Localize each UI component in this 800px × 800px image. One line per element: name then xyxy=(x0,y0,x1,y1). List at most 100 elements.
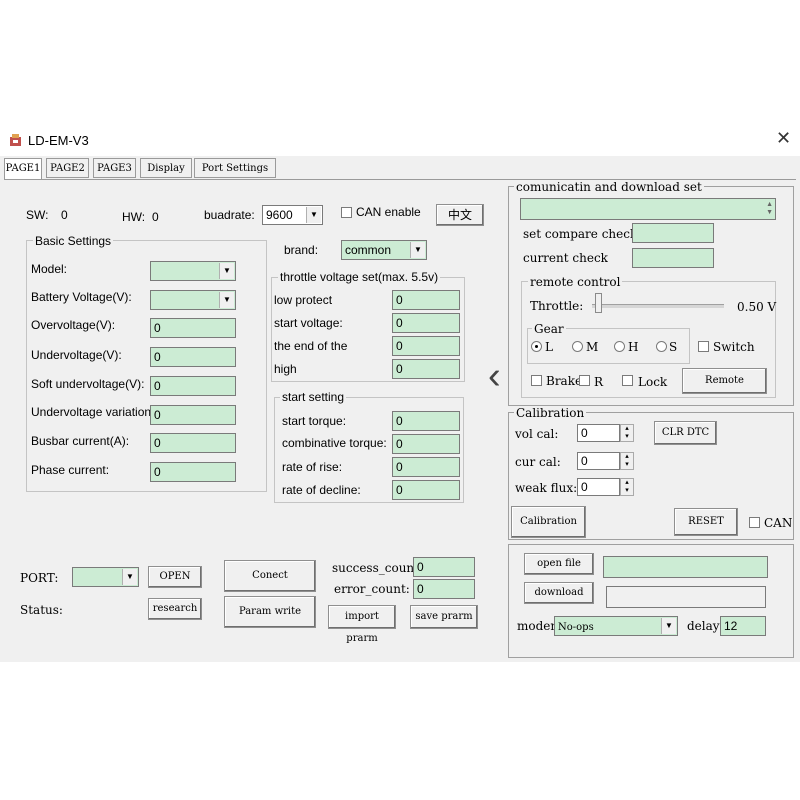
undervoltage-variation-input[interactable]: 0 xyxy=(150,405,236,425)
clr-dtc-button[interactable]: CLR DTC xyxy=(654,421,717,445)
open-button[interactable]: OPEN xyxy=(148,566,202,588)
battery-voltage-label: Battery Voltage(V): xyxy=(31,290,132,304)
param-write-button[interactable]: Param write xyxy=(224,596,316,628)
r-label: R xyxy=(594,375,604,389)
file-path-input[interactable] xyxy=(603,556,768,578)
tab-page2[interactable]: PAGE2 xyxy=(46,158,89,178)
research-button[interactable]: research xyxy=(148,598,202,620)
brand-select[interactable]: common ▼ xyxy=(341,240,427,260)
chevron-down-icon[interactable]: ▼ xyxy=(306,207,321,223)
remote-button[interactable]: Remote xyxy=(682,368,767,394)
brake-checkbox[interactable] xyxy=(531,375,542,386)
gear-h-radio[interactable] xyxy=(614,341,625,352)
cur-cal-spinner[interactable]: ▴ ▾ xyxy=(620,452,634,470)
download-progress xyxy=(606,586,766,608)
switch-checkbox[interactable] xyxy=(698,341,709,352)
moden-select[interactable]: No-ops ▼ xyxy=(554,616,678,636)
undervoltage-variation-label: Undervoltage variation: xyxy=(31,405,155,419)
phase-current-input[interactable]: 0 xyxy=(150,462,236,482)
switch-label: Switch xyxy=(713,340,755,354)
throttle-slider-track[interactable] xyxy=(592,304,724,308)
port-select[interactable]: ▼ xyxy=(72,567,139,587)
gear-m-radio[interactable] xyxy=(572,341,583,352)
chevron-down-icon[interactable]: ▼ xyxy=(410,242,425,258)
can-enable-checkbox[interactable] xyxy=(341,207,352,218)
start-torque-input[interactable]: 0 xyxy=(392,411,460,431)
gear-s-label: S xyxy=(669,340,678,354)
connect-button[interactable]: Conect xyxy=(224,560,316,592)
error-count-label: error_count: xyxy=(334,582,410,596)
tab-page3[interactable]: PAGE3 xyxy=(93,158,136,178)
comm-text-field[interactable]: ▲ ▼ xyxy=(520,198,776,220)
battery-voltage-select[interactable]: ▼ xyxy=(150,290,236,310)
gear-l-radio[interactable] xyxy=(531,341,542,352)
rate-of-decline-input[interactable]: 0 xyxy=(392,480,460,500)
tab-page1[interactable]: PAGE1 xyxy=(4,158,42,180)
gear-s-radio[interactable] xyxy=(656,341,667,352)
baudrate-label: buadrate: xyxy=(204,208,255,222)
delay-label: delay: xyxy=(687,619,724,633)
scroll-arrows-icon[interactable]: ▲ ▼ xyxy=(766,201,773,217)
close-icon[interactable]: ✕ xyxy=(776,128,791,149)
calibration-title: Calibration xyxy=(514,406,587,420)
current-check-label: current check xyxy=(523,251,608,265)
chevron-down-icon[interactable]: ▼ xyxy=(219,263,234,279)
basic-settings-title: Basic Settings xyxy=(33,234,114,248)
r-checkbox[interactable] xyxy=(579,375,590,386)
language-button[interactable]: 中文 xyxy=(436,204,484,226)
overvoltage-input[interactable]: 0 xyxy=(150,318,236,338)
soft-undervoltage-input[interactable]: 0 xyxy=(150,376,236,396)
undervoltage-input[interactable]: 0 xyxy=(150,347,236,367)
lock-checkbox[interactable] xyxy=(622,375,633,386)
set-compare-check-input[interactable] xyxy=(632,223,714,243)
error-count-input[interactable]: 0 xyxy=(413,579,475,599)
weak-flux-input[interactable]: 0 xyxy=(577,478,620,496)
start-setting-title: start setting xyxy=(280,390,347,404)
window-title: LD-EM-V3 xyxy=(28,133,89,148)
sw-value: 0 xyxy=(61,208,68,222)
cur-cal-input[interactable]: 0 xyxy=(577,452,620,470)
throttle-slider-thumb[interactable] xyxy=(594,293,602,313)
low-protect-input[interactable]: 0 xyxy=(392,290,460,310)
download-button[interactable]: download xyxy=(524,582,594,604)
vol-cal-spinner[interactable]: ▴ ▾ xyxy=(620,424,634,442)
baudrate-select[interactable]: 9600 ▼ xyxy=(262,205,323,225)
hw-value: 0 xyxy=(152,210,159,224)
sw-label: SW: xyxy=(26,208,49,222)
tab-display[interactable]: Display xyxy=(140,158,192,178)
model-select[interactable]: ▼ xyxy=(150,261,236,281)
rate-of-rise-label: rate of rise: xyxy=(282,460,343,474)
combinative-torque-input[interactable]: 0 xyxy=(392,434,460,454)
start-voltage-label: start voltage: xyxy=(274,316,343,330)
start-torque-label: start torque: xyxy=(282,414,347,428)
rate-of-rise-input[interactable]: 0 xyxy=(392,457,460,477)
vol-cal-input[interactable]: 0 xyxy=(577,424,620,442)
open-file-button[interactable]: open file xyxy=(524,553,594,575)
success-count-input[interactable]: 0 xyxy=(413,557,475,577)
reset-button[interactable]: RESET xyxy=(674,508,738,536)
import-param-button[interactable]: import prarm xyxy=(328,605,396,644)
undervoltage-label: Undervoltage(V): xyxy=(31,348,122,362)
delay-input[interactable]: 12 xyxy=(720,616,766,636)
current-check-input[interactable] xyxy=(632,248,714,268)
high-input[interactable]: 0 xyxy=(392,359,460,379)
end-voltage-input[interactable]: 0 xyxy=(392,336,460,356)
lock-label: Lock xyxy=(638,375,668,389)
success-count-label: success_count: xyxy=(332,561,424,575)
start-voltage-input[interactable]: 0 xyxy=(392,313,460,333)
tab-port-settings[interactable]: Port Settings xyxy=(194,158,276,178)
chevron-down-icon[interactable]: ▼ xyxy=(661,618,676,634)
collapse-arrow-icon[interactable]: ‹ xyxy=(488,356,501,396)
chevron-down-icon[interactable]: ▼ xyxy=(219,292,234,308)
brand-label: brand: xyxy=(284,243,319,257)
combinative-torque-label: combinative torque: xyxy=(282,436,387,450)
chevron-down-icon[interactable]: ▼ xyxy=(122,569,137,585)
weak-flux-spinner[interactable]: ▴ ▾ xyxy=(620,478,634,496)
save-param-button[interactable]: save prarm xyxy=(410,605,478,629)
overvoltage-label: Overvoltage(V): xyxy=(31,318,116,332)
calibration-button[interactable]: Calibration xyxy=(511,506,586,538)
busbar-current-input[interactable]: 0 xyxy=(150,433,236,453)
calibration-can-checkbox[interactable] xyxy=(749,517,760,528)
title-bar xyxy=(0,126,800,156)
weak-flux-label: weak flux: xyxy=(515,481,578,495)
